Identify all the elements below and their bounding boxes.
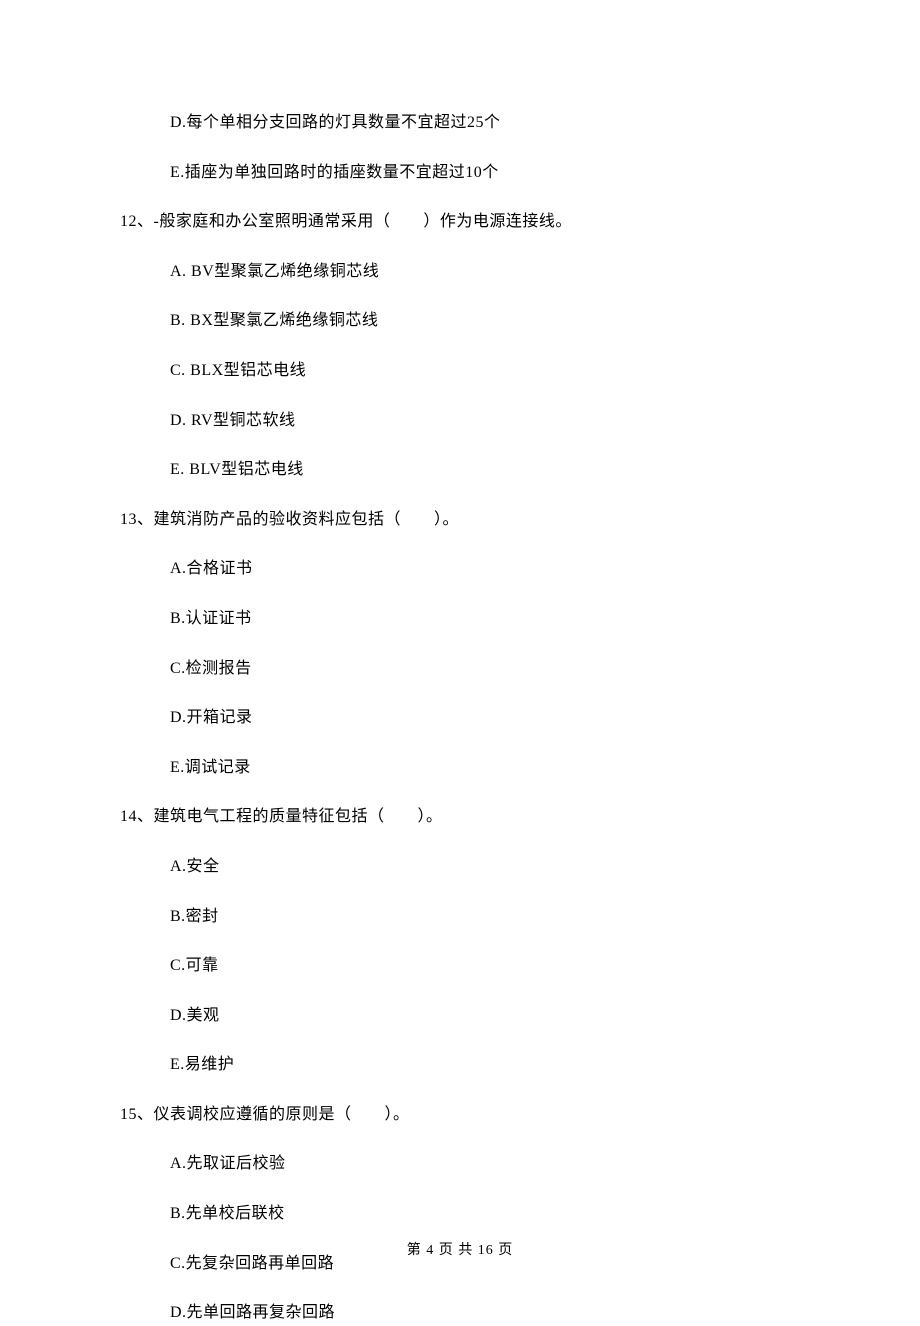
q12-option-b: B. BX型聚氯乙烯绝缘铜芯线	[170, 308, 800, 334]
question-12: 12、-般家庭和办公室照明通常采用（ ）作为电源连接线。	[120, 209, 800, 235]
page-footer: 第 4 页 共 16 页	[0, 1240, 920, 1262]
q12-option-d: D. RV型铜芯软线	[170, 408, 800, 434]
q14-option-b: B.密封	[170, 904, 800, 930]
q13-option-b: B.认证证书	[170, 606, 800, 632]
prev-option-e: E.插座为单独回路时的插座数量不宜超过10个	[170, 160, 800, 186]
q15-option-d: D.先单回路再复杂回路	[170, 1300, 800, 1326]
question-14: 14、建筑电气工程的质量特征包括（ ）。	[120, 804, 800, 830]
q12-option-e: E. BLV型铝芯电线	[170, 457, 800, 483]
q13-option-e: E.调试记录	[170, 755, 800, 781]
q15-option-b: B.先单校后联校	[170, 1201, 800, 1227]
q13-option-c: C.检测报告	[170, 656, 800, 682]
q14-option-d: D.美观	[170, 1003, 800, 1029]
prev-option-d: D.每个单相分支回路的灯具数量不宜超过25个	[170, 110, 800, 136]
q14-option-a: A.安全	[170, 854, 800, 880]
q14-option-c: C.可靠	[170, 953, 800, 979]
q12-option-a: A. BV型聚氯乙烯绝缘铜芯线	[170, 259, 800, 285]
exam-page: D.每个单相分支回路的灯具数量不宜超过25个 E.插座为单独回路时的插座数量不宜…	[0, 0, 920, 1302]
q12-option-c: C. BLX型铝芯电线	[170, 358, 800, 384]
question-15: 15、仪表调校应遵循的原则是（ ）。	[120, 1102, 800, 1128]
question-13: 13、建筑消防产品的验收资料应包括（ ）。	[120, 507, 800, 533]
q13-option-d: D.开箱记录	[170, 705, 800, 731]
q15-option-a: A.先取证后校验	[170, 1151, 800, 1177]
q14-option-e: E.易维护	[170, 1052, 800, 1078]
q13-option-a: A.合格证书	[170, 556, 800, 582]
